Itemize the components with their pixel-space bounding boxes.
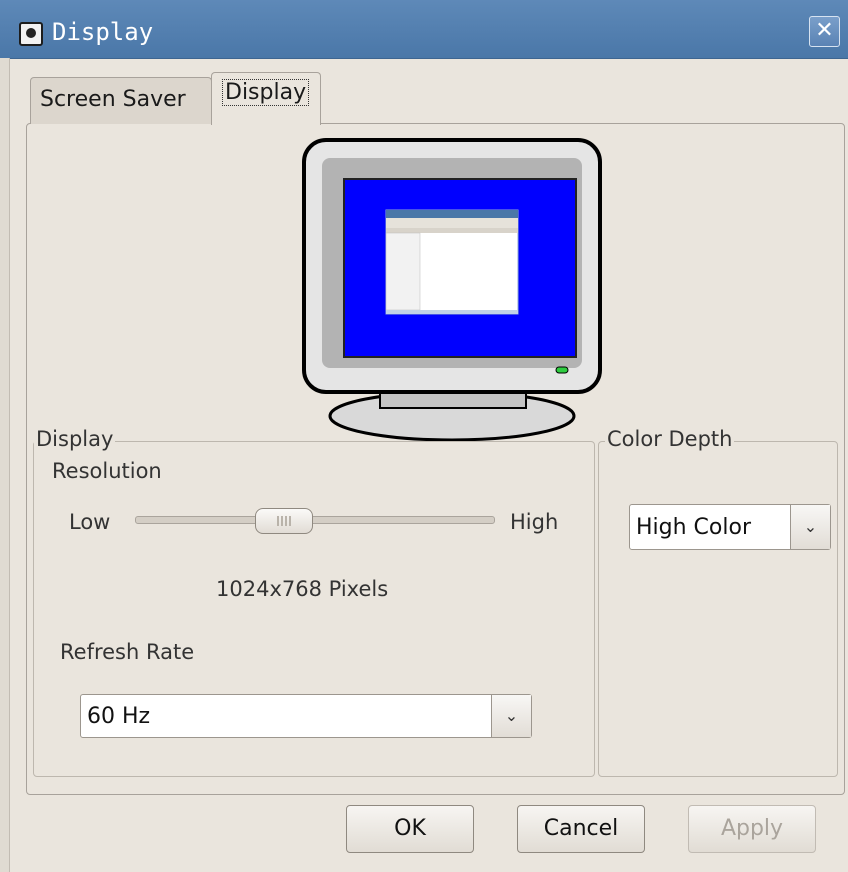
window-title: Display — [52, 18, 154, 46]
resolution-value: 1024x768 Pixels — [216, 577, 389, 601]
refresh-rate-label: Refresh Rate — [60, 640, 195, 664]
refresh-rate-select[interactable]: 60 Hz ⌄ — [80, 694, 532, 738]
tab-screen-saver[interactable]: Screen Saver — [30, 77, 212, 124]
close-icon[interactable]: ✕ — [809, 16, 840, 47]
window-left-edge — [0, 58, 10, 872]
color-depth-group — [598, 441, 838, 777]
tab-display[interactable]: Display — [211, 72, 321, 125]
resolution-slider-track[interactable] — [135, 516, 495, 524]
resolution-slider-thumb[interactable] — [255, 508, 313, 534]
cancel-button[interactable]: Cancel — [517, 805, 645, 853]
display-group-legend: Display — [34, 427, 116, 451]
chevron-down-icon[interactable]: ⌄ — [491, 695, 531, 737]
chevron-down-icon[interactable]: ⌄ — [790, 505, 830, 549]
monitor-illustration — [302, 138, 602, 442]
color-depth-legend: Color Depth — [605, 427, 735, 451]
slider-high-label: High — [510, 510, 559, 534]
refresh-rate-value: 60 Hz — [87, 704, 151, 729]
slider-low-label: Low — [69, 510, 111, 534]
tab-display-label: Display — [222, 79, 310, 106]
display-dialog: Display ✕ Screen Saver Display Display R… — [0, 0, 848, 872]
color-depth-value: High Color — [636, 515, 751, 540]
ok-button[interactable]: OK — [346, 805, 474, 853]
color-depth-select[interactable]: High Color ⌄ — [629, 504, 831, 550]
apply-button[interactable]: Apply — [688, 805, 816, 853]
title-bar[interactable]: Display ✕ — [0, 0, 848, 59]
app-icon[interactable] — [19, 22, 43, 46]
resolution-label: Resolution — [52, 459, 162, 483]
